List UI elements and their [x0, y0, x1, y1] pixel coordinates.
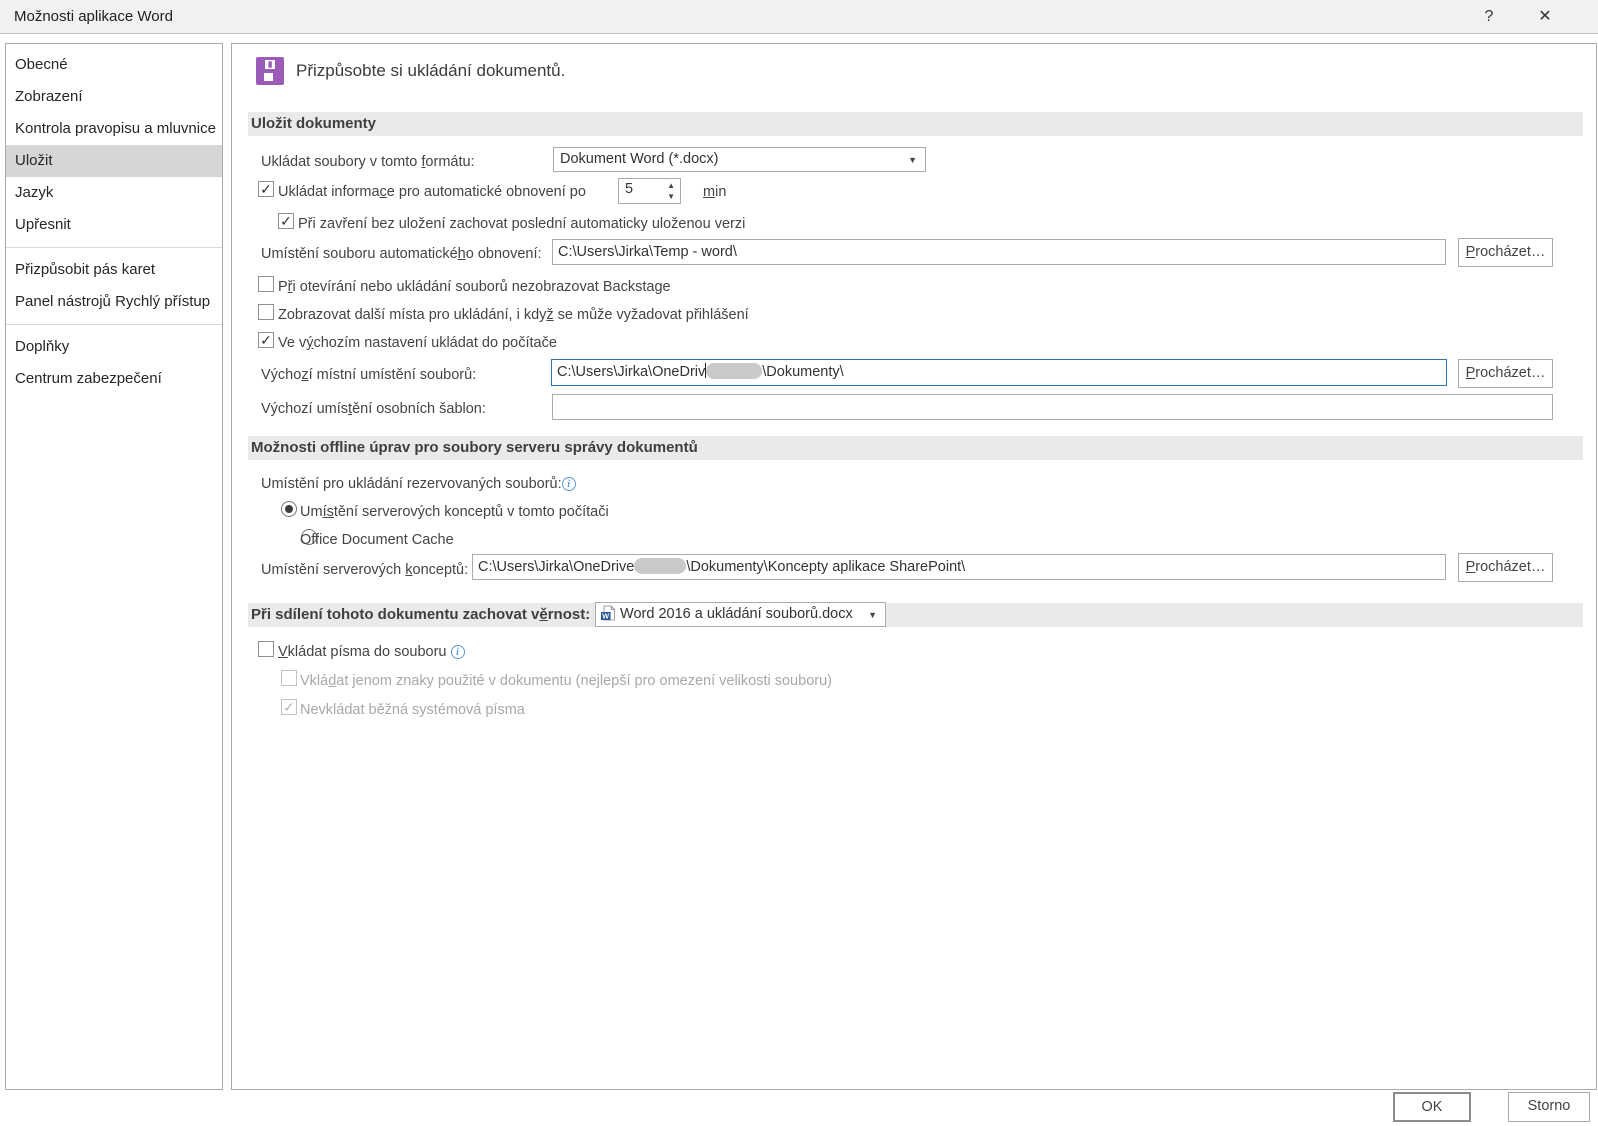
sidebar-item-obecne[interactable]: Obecné [6, 49, 222, 81]
subset-fonts-checkbox [281, 670, 297, 686]
format-dropdown-value: Dokument Word (*.docx) [560, 151, 718, 167]
autosave-checkbox[interactable] [258, 181, 274, 197]
server-drafts-radio-label[interactable]: Umístění serverových konceptů v tomto po… [300, 503, 609, 521]
autosave-label[interactable]: Ukládat informace pro automatické obnove… [278, 183, 586, 201]
fidelity-label: Při sdílení tohoto dokumentu zachovat vě… [251, 606, 590, 623]
sidebar-item-zobrazeni[interactable]: Zobrazení [6, 81, 222, 113]
sidebar-item-doplnky[interactable]: Doplňky [6, 331, 222, 363]
no-backstage-label[interactable]: Při otevírání nebo ukládání souborů nezo… [278, 278, 671, 296]
templates-location-label: Výchozí umístění osobních šablon: [261, 400, 486, 418]
sidebar-divider [6, 324, 222, 325]
checkout-location-label: Umístění pro ukládání rezervovaných soub… [261, 475, 576, 493]
page-title: Přizpůsobte si ukládání dokumentů. [296, 61, 565, 81]
close-icon[interactable]: ✕ [1530, 6, 1560, 28]
embed-fonts-checkbox[interactable] [258, 641, 274, 657]
server-drafts-location-label: Umístění serverových konceptů: [261, 561, 468, 579]
templates-location-input[interactable] [552, 394, 1553, 420]
info-icon[interactable]: i [562, 477, 576, 491]
sidebar-item-pas-karet[interactable]: Přizpůsobit pás karet [6, 254, 222, 286]
browse-autorecover-button[interactable]: Procházet… [1458, 238, 1553, 267]
format-label: Ukládat soubory v tomto formátu: [261, 153, 475, 171]
help-icon[interactable]: ? [1474, 6, 1504, 28]
browse-server-drafts-button[interactable]: Procházet… [1458, 553, 1553, 582]
embed-fonts-text: Vkládat písma do souboru [278, 644, 446, 660]
chevron-down-icon: ▼ [908, 148, 917, 172]
svg-text:W: W [602, 612, 609, 621]
cancel-button[interactable]: Storno [1508, 1092, 1590, 1122]
fidelity-document-dropdown[interactable]: W Word 2016 a ukládání souborů.docx ▼ [595, 602, 886, 627]
sidebar: Obecné Zobrazení Kontrola pravopisu a ml… [5, 43, 223, 1090]
sidebar-item-rychly-pristup[interactable]: Panel nástrojů Rychlý přístup [6, 286, 222, 318]
ok-button[interactable]: OK [1393, 1092, 1471, 1122]
minutes-label: min [703, 183, 726, 201]
save-to-computer-label[interactable]: Ve výchozím nastavení ukládat do počítač… [278, 334, 557, 352]
default-local-input[interactable]: C:\Users\Jirka\OneDriv \Dokumenty\ [551, 359, 1447, 386]
sidebar-item-jazyk[interactable]: Jazyk [6, 177, 222, 209]
section-offline-editing: Možnosti offline úprav pro soubory serve… [248, 436, 1583, 460]
dialog-titlebar: Možnosti aplikace Word ? ✕ [0, 0, 1598, 34]
dialog-title: Možnosti aplikace Word [14, 8, 173, 25]
autorecover-location-value: C:\Users\Jirka\Temp - word\ [558, 244, 737, 260]
no-common-fonts-label: Nevkládat běžná systémová písma [300, 701, 525, 719]
stepper-up-icon[interactable]: ▲ [667, 181, 675, 190]
autosave-minutes-stepper[interactable]: 5 ▲ ▼ [618, 178, 681, 204]
format-dropdown[interactable]: Dokument Word (*.docx) ▼ [553, 147, 926, 172]
sidebar-item-upresnit[interactable]: Upřesnit [6, 209, 222, 241]
server-drafts-radio[interactable] [281, 501, 297, 517]
embed-fonts-label[interactable]: Vkládat písma do souboru i [278, 643, 465, 661]
sidebar-item-ulozit[interactable]: Uložit [6, 145, 222, 177]
save-to-computer-checkbox[interactable] [258, 332, 274, 348]
section-fidelity: Při sdílení tohoto dokumentu zachovat vě… [248, 603, 1583, 627]
default-local-value-pre: C:\Users\Jirka\OneDriv [557, 364, 705, 380]
save-floppy-icon [256, 57, 284, 85]
word-document-icon: W [600, 605, 616, 621]
autosave-minutes-value: 5 [625, 181, 633, 197]
info-icon[interactable]: i [451, 645, 465, 659]
sidebar-item-kontrola[interactable]: Kontrola pravopisu a mluvnice [6, 113, 222, 145]
no-common-fonts-checkbox [281, 699, 297, 715]
keep-last-autosave-label[interactable]: Při zavření bez uložení zachovat posledn… [298, 215, 745, 233]
default-local-value-post: \Dokumenty\ [762, 364, 843, 380]
server-drafts-value-post: \Dokumenty\Koncepty aplikace SharePoint\ [686, 559, 965, 575]
keep-last-autosave-checkbox[interactable] [278, 213, 294, 229]
default-local-label: Výchozí místní umístění souborů: [261, 366, 476, 384]
no-backstage-checkbox[interactable] [258, 276, 274, 292]
sidebar-divider [6, 247, 222, 248]
more-places-checkbox[interactable] [258, 304, 274, 320]
redacted-text [706, 363, 762, 379]
more-places-label[interactable]: Zobrazovat další místa pro ukládání, i k… [278, 306, 749, 324]
section-save-documents: Uložit dokumenty [248, 112, 1583, 136]
server-drafts-value-pre: C:\Users\Jirka\OneDrive [478, 559, 634, 575]
browse-default-local-button[interactable]: Procházet… [1458, 359, 1553, 388]
autorecover-location-input[interactable]: C:\Users\Jirka\Temp - word\ [552, 239, 1446, 265]
checkout-location-text: Umístění pro ukládání rezervovaných soub… [261, 476, 562, 492]
office-cache-radio-label[interactable]: Office Document Cache [300, 531, 454, 549]
chevron-down-icon: ▼ [868, 603, 877, 627]
autorecover-location-label: Umístění souboru automatického obnovení: [261, 245, 542, 263]
stepper-down-icon[interactable]: ▼ [667, 192, 675, 201]
main-panel: Přizpůsobte si ukládání dokumentů. Uloži… [231, 43, 1597, 1090]
sidebar-item-centrum[interactable]: Centrum zabezpečení [6, 363, 222, 395]
fidelity-document-value: Word 2016 a ukládání souborů.docx [620, 606, 853, 622]
subset-fonts-label: Vkládat jenom znaky použité v dokumentu … [300, 672, 832, 690]
server-drafts-location-input[interactable]: C:\Users\Jirka\OneDrive \Dokumenty\Koncep… [472, 554, 1446, 580]
redacted-text [634, 558, 686, 574]
